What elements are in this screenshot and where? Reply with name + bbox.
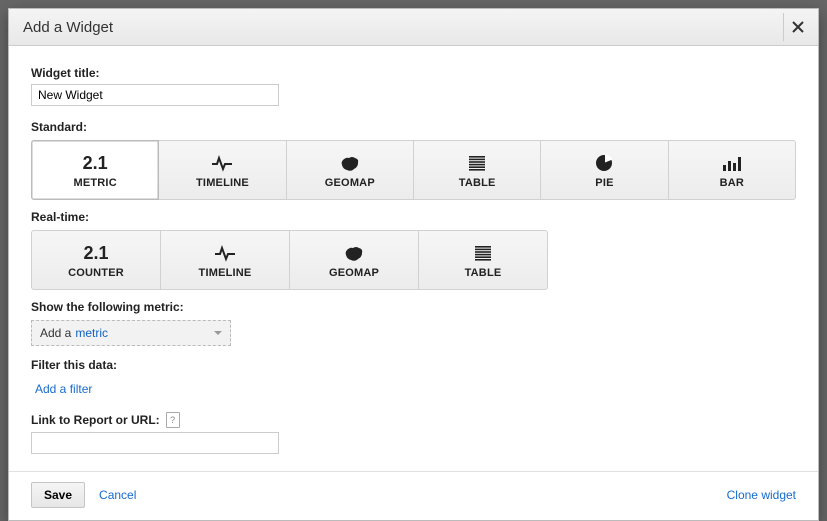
tile-timeline[interactable]: TIMELINE bbox=[159, 140, 286, 200]
tile-bar-label: BAR bbox=[720, 177, 744, 189]
link-report-row: Link to Report or URL: ? bbox=[31, 412, 796, 428]
modal-title: Add a Widget bbox=[23, 19, 783, 36]
chevron-down-icon bbox=[214, 331, 222, 335]
modal-body: Widget title: Standard: 2.1 METRIC TIMELIN… bbox=[9, 46, 818, 471]
tile-geomap-label: GEOMAP bbox=[325, 177, 375, 189]
tile-rt-table-icon bbox=[472, 241, 494, 265]
tile-rt-timeline-icon bbox=[214, 241, 236, 265]
tile-bar[interactable]: BAR bbox=[669, 140, 796, 200]
tile-rt-geomap[interactable]: GEOMAP bbox=[290, 230, 419, 290]
tile-metric-icon: 2.1 bbox=[83, 151, 108, 175]
link-report-input[interactable] bbox=[31, 432, 279, 454]
close-button[interactable] bbox=[783, 13, 812, 41]
tile-rt-timeline[interactable]: TIMELINE bbox=[161, 230, 290, 290]
add-metric-metric-text: metric bbox=[75, 326, 108, 340]
standard-label: Standard: bbox=[31, 120, 796, 134]
tile-pie-label: PIE bbox=[595, 177, 613, 189]
tile-rt-table-label: TABLE bbox=[465, 267, 502, 279]
help-icon[interactable]: ? bbox=[166, 412, 180, 428]
tile-metric[interactable]: 2.1 METRIC bbox=[31, 140, 159, 200]
clone-widget-link[interactable]: Clone widget bbox=[727, 488, 796, 502]
tile-geomap[interactable]: GEOMAP bbox=[287, 140, 414, 200]
tile-timeline-label: TIMELINE bbox=[196, 177, 249, 189]
cancel-link[interactable]: Cancel bbox=[99, 488, 136, 502]
tile-table[interactable]: TABLE bbox=[414, 140, 541, 200]
realtime-tile-row: 2.1 COUNTER TIMELINE GEOMAP TABLE bbox=[31, 230, 796, 290]
add-widget-modal: Add a Widget Widget title: Standard: 2.1… bbox=[8, 8, 819, 521]
tile-counter[interactable]: 2.1 COUNTER bbox=[31, 230, 161, 290]
tile-bar-icon bbox=[721, 151, 743, 175]
tile-counter-icon: 2.1 bbox=[83, 241, 108, 265]
add-filter-link[interactable]: Add a filter bbox=[35, 382, 92, 396]
tile-counter-label: COUNTER bbox=[68, 267, 124, 279]
add-metric-select[interactable]: Add a metric bbox=[31, 320, 231, 346]
tile-timeline-icon bbox=[211, 151, 233, 175]
modal-header: Add a Widget bbox=[9, 9, 818, 46]
modal-footer: Save Cancel Clone widget bbox=[9, 471, 818, 520]
show-metric-label: Show the following metric: bbox=[31, 300, 796, 314]
tile-pie[interactable]: PIE bbox=[541, 140, 668, 200]
widget-title-input[interactable] bbox=[31, 84, 279, 106]
tile-rt-geomap-icon bbox=[343, 241, 365, 265]
tile-table-icon bbox=[466, 151, 488, 175]
tile-table-label: TABLE bbox=[459, 177, 496, 189]
link-report-label: Link to Report or URL: bbox=[31, 413, 160, 427]
standard-tile-row: 2.1 METRIC TIMELINE GEOMAP TABLE PIE BAR bbox=[31, 140, 796, 200]
tile-geomap-icon bbox=[339, 151, 361, 175]
close-icon bbox=[792, 21, 804, 33]
realtime-label: Real-time: bbox=[31, 210, 796, 224]
add-metric-add-text: Add a bbox=[40, 326, 71, 340]
tile-pie-icon bbox=[593, 151, 615, 175]
filter-data-label: Filter this data: bbox=[31, 358, 796, 372]
tile-metric-label: METRIC bbox=[73, 177, 116, 189]
save-button[interactable]: Save bbox=[31, 482, 85, 508]
widget-title-label: Widget title: bbox=[31, 66, 796, 80]
tile-rt-table[interactable]: TABLE bbox=[419, 230, 548, 290]
tile-rt-timeline-label: TIMELINE bbox=[199, 267, 252, 279]
tile-rt-geomap-label: GEOMAP bbox=[329, 267, 379, 279]
